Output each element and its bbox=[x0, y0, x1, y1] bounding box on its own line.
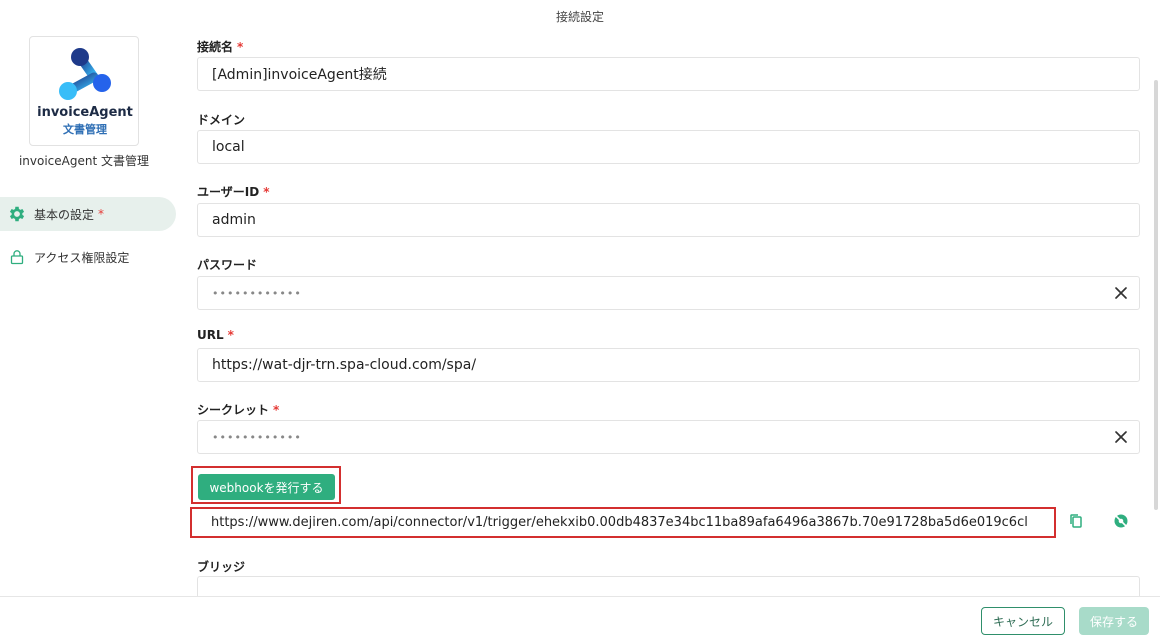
copy-icon[interactable] bbox=[1067, 512, 1085, 530]
sidebar-item-label: アクセス権限設定 bbox=[34, 250, 130, 265]
required-mark: * bbox=[98, 207, 105, 221]
save-button[interactable]: 保存する bbox=[1079, 607, 1149, 635]
clear-password-icon[interactable] bbox=[1113, 285, 1129, 301]
webhook-url-field[interactable]: https://www.dejiren.com/api/connector/v1… bbox=[197, 509, 1043, 536]
cancel-button[interactable]: キャンセル bbox=[981, 607, 1065, 635]
password-value: •••••••••••• bbox=[212, 286, 302, 300]
url-input[interactable]: https://wat-djr-trn.spa-cloud.com/spa/ bbox=[197, 348, 1140, 382]
required-mark: * bbox=[263, 185, 270, 199]
label-text: 接続名 bbox=[197, 40, 234, 54]
domain-label: ドメイン bbox=[197, 113, 246, 127]
label-text: URL bbox=[197, 328, 224, 342]
scrollbar[interactable] bbox=[1154, 80, 1158, 510]
logo-subtitle: 文書管理 bbox=[63, 123, 107, 136]
secret-input[interactable]: •••••••••••• bbox=[197, 420, 1140, 454]
visibility-off-icon[interactable] bbox=[1112, 512, 1130, 530]
connection-name-input[interactable]: [Admin]invoiceAgent接続 bbox=[197, 57, 1140, 91]
clear-secret-icon[interactable] bbox=[1113, 429, 1129, 445]
required-mark: * bbox=[237, 40, 244, 54]
required-mark: * bbox=[273, 403, 280, 417]
sidebar-item-access-permissions[interactable]: アクセス権限設定 bbox=[0, 240, 176, 274]
password-label: パスワード bbox=[197, 258, 258, 272]
logo-name: invoiceAgent bbox=[37, 105, 133, 120]
sidebar-item-basic-settings[interactable]: 基本の設定 * bbox=[0, 197, 176, 231]
label-text: シークレット bbox=[197, 403, 270, 417]
gear-icon bbox=[6, 203, 28, 225]
issue-webhook-button[interactable]: webhookを発行する bbox=[198, 474, 335, 500]
url-label: URL * bbox=[197, 328, 234, 342]
domain-input[interactable]: local bbox=[197, 130, 1140, 164]
user-id-label: ユーザーID * bbox=[197, 183, 269, 200]
password-input[interactable]: •••••••••••• bbox=[197, 276, 1140, 310]
sidebar-item-label: 基本の設定 bbox=[34, 207, 95, 222]
secret-label: シークレット * bbox=[197, 401, 279, 418]
app-logo: invoiceAgent 文書管理 bbox=[29, 36, 139, 146]
logo-molecule-icon bbox=[59, 48, 111, 100]
connection-name-label: 接続名 * bbox=[197, 38, 243, 55]
page-title: 接続設定 bbox=[555, 10, 604, 24]
required-mark: * bbox=[227, 328, 234, 342]
secret-value: •••••••••••• bbox=[212, 430, 302, 444]
app-name: invoiceAgent 文書管理 bbox=[18, 154, 150, 168]
bridge-label: ブリッジ bbox=[197, 560, 246, 574]
bridge-input[interactable] bbox=[197, 576, 1140, 596]
user-id-input[interactable]: admin bbox=[197, 203, 1140, 237]
label-text: ユーザーID bbox=[197, 185, 260, 199]
lock-icon bbox=[6, 246, 28, 268]
